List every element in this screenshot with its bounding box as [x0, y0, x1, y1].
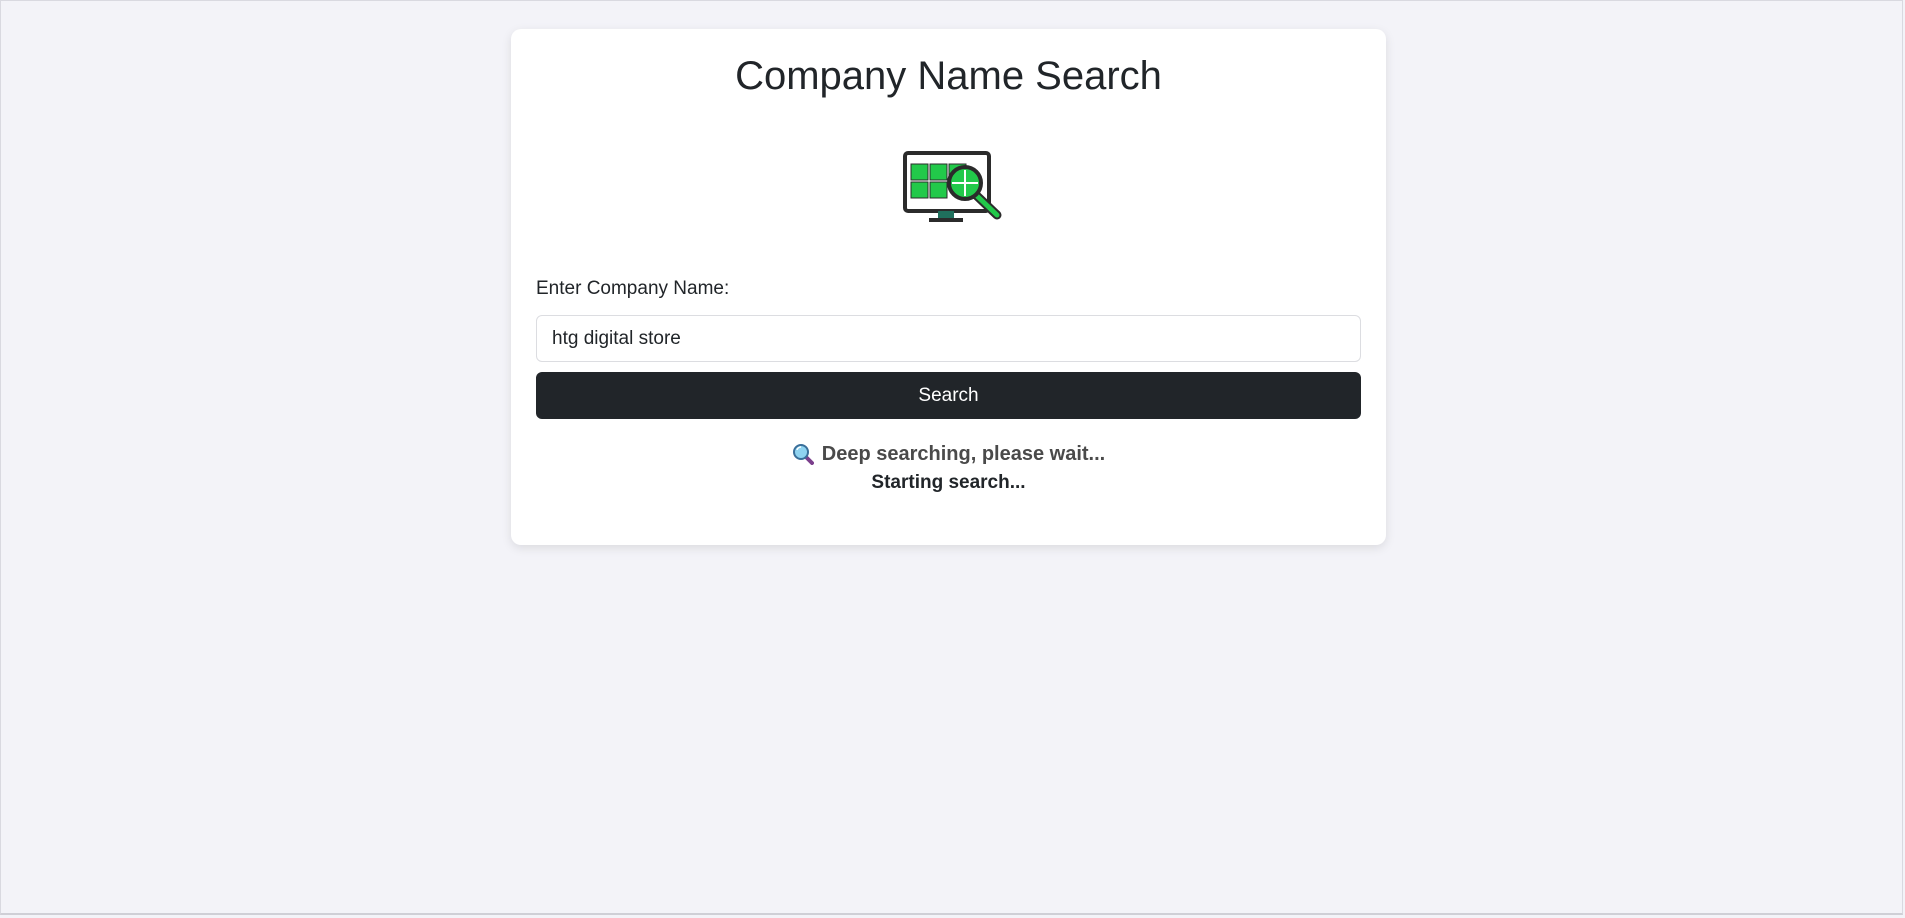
company-name-label: Enter Company Name: [536, 278, 730, 299]
search-card: Company Name Search Enter Company Name: … [511, 29, 1386, 545]
magnifier-icon [792, 444, 814, 465]
company-name-input[interactable] [536, 315, 1361, 362]
logo [536, 150, 1361, 224]
monitor-search-icon [902, 151, 1001, 222]
progress-text: Starting search... [871, 472, 1026, 493]
status-text: Deep searching, please wait... [821, 443, 1106, 465]
search-button[interactable]: Search [536, 372, 1361, 419]
page-title: Company Name Search [735, 54, 1162, 98]
status-message: Deep searching, please wait... [536, 441, 1361, 467]
